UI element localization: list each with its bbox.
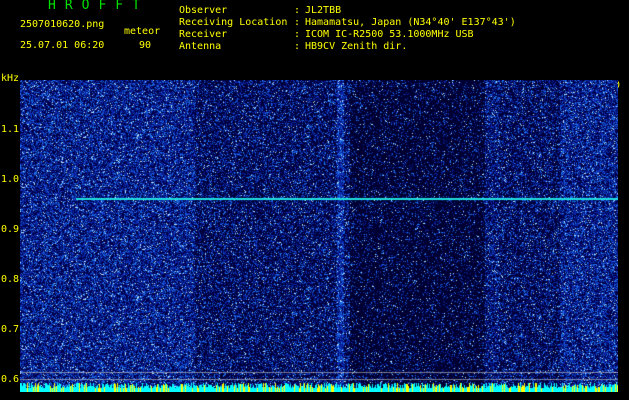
spectrogram-canvas[interactable] [20, 80, 618, 392]
location-key: Receiving Location [179, 17, 288, 28]
y-unit-label: kHz [1, 73, 20, 84]
y-tick-0.7: 0.7 [1, 324, 20, 335]
location-colon: : [294, 17, 301, 28]
location-value: Hamamatsu, Japan (N34°40' E137°43') [305, 17, 516, 28]
antenna-value: HB9CV Zenith dir. [305, 41, 408, 52]
observer-key: Observer [179, 5, 228, 16]
mode-value: 90 [139, 40, 152, 51]
mode-label: meteor [124, 26, 161, 37]
receiver-key: Receiver [179, 29, 228, 40]
y-tick-0.6: 0.6 [1, 374, 20, 385]
observer-value: JL2TBB [305, 5, 342, 16]
file-name: 2507010620.png [20, 19, 105, 30]
file-datetime: 25.07.01 06:20 [20, 40, 105, 51]
observer-colon: : [294, 5, 301, 16]
antenna-key: Antenna [179, 41, 222, 52]
y-tick-0.9: 0.9 [1, 224, 20, 235]
y-tick-1.1: 1.1 [1, 124, 20, 135]
receiver-colon: : [294, 29, 301, 40]
y-tick-0.8: 0.8 [1, 274, 20, 285]
receiver-value: ICOM IC-R2500 53.1000MHz USB [305, 29, 474, 40]
app-title: HROFFT [48, 0, 149, 13]
y-tick-1.0: 1.0 [1, 174, 20, 185]
antenna-colon: : [294, 41, 301, 52]
